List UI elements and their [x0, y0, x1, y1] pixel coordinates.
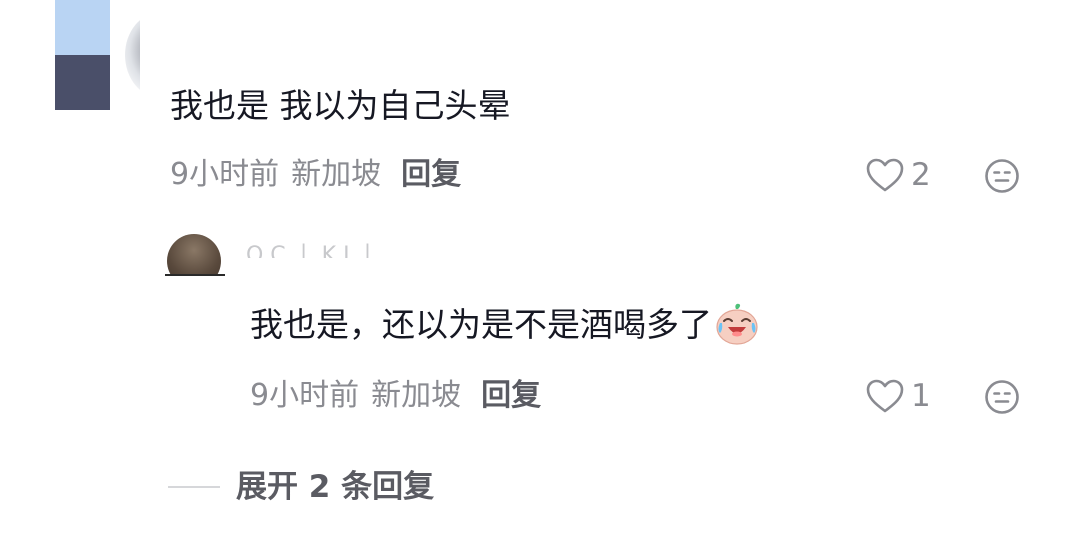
avatar-crop-edge: [165, 274, 225, 276]
avatar-tile: [55, 55, 110, 110]
reply-text: 我也是，还以为是不是酒喝多了: [250, 303, 760, 346]
divider-dash: [168, 486, 220, 488]
comment-meta: 9小时前 新加坡 回复: [170, 157, 461, 193]
dislike-button[interactable]: [984, 158, 1020, 194]
reply-region: 新加坡: [371, 378, 462, 413]
reply-avatar[interactable]: [165, 234, 225, 276]
dislike-button[interactable]: [984, 379, 1020, 415]
expand-replies-button[interactable]: 展开 2 条回复: [168, 467, 434, 507]
expressionless-face-icon: [985, 159, 1019, 193]
reply-button[interactable]: 回复: [481, 378, 541, 414]
heart-outline-icon: [866, 158, 904, 192]
like-button[interactable]: 2: [865, 155, 931, 195]
expand-replies-label: 展开 2 条回复: [236, 469, 435, 505]
avatar-tile: [55, 0, 110, 55]
expressionless-face-icon: [985, 380, 1019, 414]
like-button[interactable]: 1: [865, 376, 931, 416]
avatar-photo: [167, 234, 221, 276]
reply-username[interactable]: O C 丨 K I 丨 . .: [246, 236, 376, 258]
avatar-photo: [125, 12, 140, 98]
reply-meta: 9小时前 新加坡 回复: [250, 378, 541, 414]
commenter-avatar[interactable]: [55, 0, 140, 110]
comment-time: 9小时前: [170, 157, 280, 192]
comment-text: 我也是 我以为自己头晕: [170, 86, 511, 125]
reply-button[interactable]: 回复: [401, 157, 461, 193]
like-count: 2: [911, 157, 931, 193]
like-count: 1: [911, 378, 931, 414]
crying-laughing-emoji: [716, 303, 758, 345]
reply-text-content: 我也是，还以为是不是酒喝多了: [250, 305, 712, 344]
heart-outline-icon: [866, 379, 904, 413]
comment-region: 新加坡: [291, 157, 382, 192]
reply-time: 9小时前: [250, 378, 360, 413]
